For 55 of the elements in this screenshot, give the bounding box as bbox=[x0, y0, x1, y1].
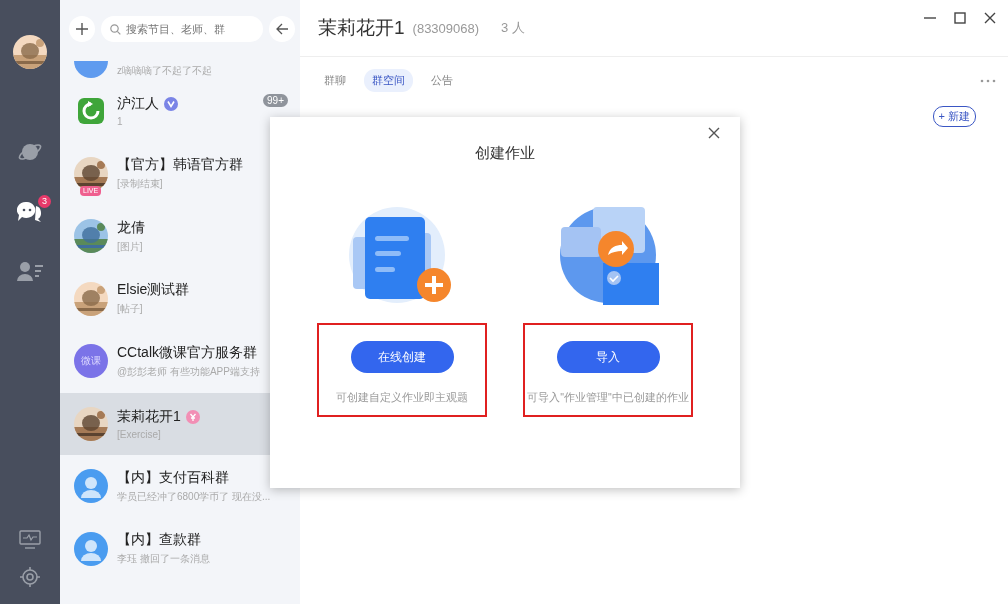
chat-name: Elsie测试群 bbox=[117, 281, 190, 300]
planet-icon[interactable] bbox=[18, 141, 42, 163]
avatar-icon bbox=[74, 61, 108, 78]
tab[interactable]: 群聊 bbox=[316, 69, 354, 92]
close-icon[interactable] bbox=[984, 12, 996, 24]
chat-name: 【内】支付百科群 bbox=[117, 468, 229, 487]
monitor-icon[interactable] bbox=[19, 530, 41, 550]
search-icon bbox=[110, 24, 121, 35]
chat-item[interactable]: 龙倩 [图片] bbox=[60, 205, 300, 268]
chat-name: 龙倩 bbox=[117, 218, 145, 237]
verified-icon bbox=[164, 97, 178, 112]
tab[interactable]: 群空间 bbox=[364, 69, 413, 92]
option-button[interactable]: 在线创建 bbox=[350, 341, 454, 373]
back-button[interactable] bbox=[269, 16, 295, 42]
person-avatar-icon bbox=[74, 531, 108, 566]
add-button[interactable] bbox=[69, 16, 95, 42]
message-preview: z嘀嘀嘀了不起了不起 bbox=[117, 64, 212, 78]
search-field[interactable]: 搜索节目、老师、群 bbox=[101, 16, 263, 42]
chat-name: 【官方】韩语官方群 bbox=[117, 156, 243, 175]
coin-icon bbox=[185, 409, 200, 424]
group-id: (83309068) bbox=[412, 20, 480, 36]
plus-icon bbox=[76, 23, 88, 35]
message-preview: [录制结束] bbox=[117, 177, 164, 192]
chat-item[interactable]: Elsie测试群 [帖子] bbox=[60, 267, 300, 330]
chat-name: CCtalk微课官方服务群 bbox=[117, 343, 257, 362]
member-count: 3 人 bbox=[501, 19, 525, 37]
close-icon bbox=[708, 127, 720, 139]
maximize-icon[interactable] bbox=[954, 12, 966, 24]
person-avatar-icon bbox=[74, 469, 108, 504]
dialog-title: 创建作业 bbox=[475, 144, 535, 163]
more-icon[interactable] bbox=[980, 78, 996, 83]
tab[interactable]: 公告 bbox=[423, 69, 461, 92]
chat-name: 【内】查款群 bbox=[117, 531, 201, 550]
unread-badge: 3 bbox=[38, 195, 51, 208]
new-button[interactable]: + 新建 bbox=[932, 106, 976, 127]
chat-name: 茉莉花开1 bbox=[117, 407, 181, 426]
message-preview: @彭彭老师 有些功能APP端支持 bbox=[117, 364, 261, 379]
unread-count: 99+ bbox=[263, 94, 288, 107]
option-button[interactable]: 导入 bbox=[556, 341, 660, 373]
contacts-icon[interactable] bbox=[17, 261, 43, 281]
option-description: 可创建自定义作业即主观题 bbox=[336, 391, 468, 405]
chat-item[interactable]: 微课 CCtalk微课官方服务群 @彭彭老师 有些功能APP端支持 bbox=[60, 330, 300, 393]
message-preview: [帖子] bbox=[117, 302, 144, 317]
back-arrow-icon bbox=[276, 23, 288, 35]
group-title: 茉莉花开1 bbox=[318, 16, 405, 40]
message-preview: 学员已经冲了6800学币了 现在没... bbox=[117, 489, 272, 504]
message-preview: 1 bbox=[117, 116, 124, 128]
chat-name: 沪江人 bbox=[117, 95, 159, 114]
chat-icon[interactable] bbox=[17, 201, 43, 223]
message-preview: [Exercise] bbox=[117, 428, 162, 440]
message-preview: [图片] bbox=[117, 239, 144, 254]
close-button[interactable] bbox=[708, 127, 720, 139]
option-description: 可导入"作业管理"中已创建的作业 bbox=[527, 391, 689, 405]
avatar: 微课 bbox=[74, 344, 108, 379]
chat-item[interactable]: 【内】支付百科群 学员已经冲了6800学币了 现在没... bbox=[60, 455, 300, 518]
